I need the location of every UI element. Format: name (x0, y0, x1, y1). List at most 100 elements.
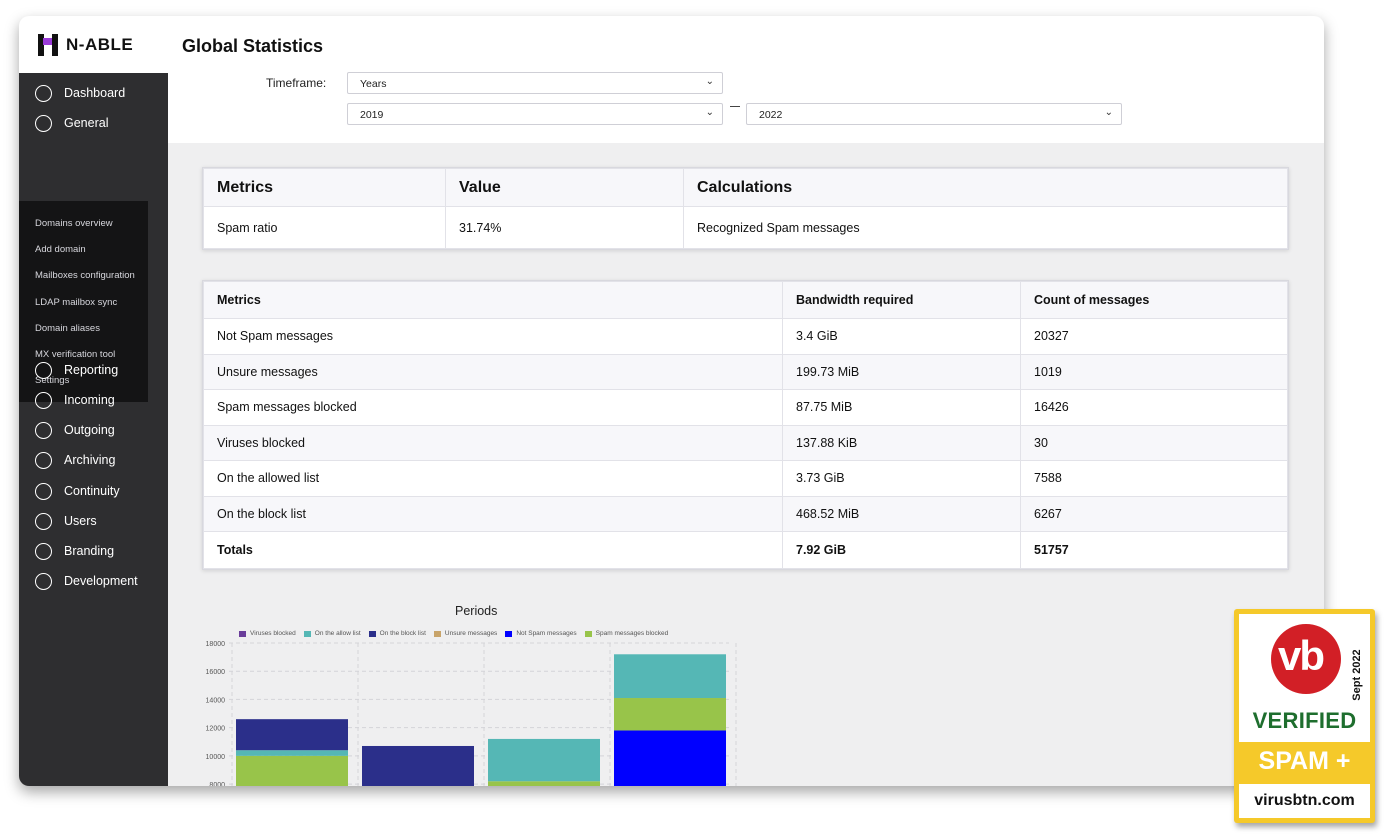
table-cell: Not Spam messages (203, 318, 783, 355)
metrics-panel: Metrics Bandwidth required Count of mess… (202, 280, 1289, 570)
submenu-item-ldap-mailbox-sync[interactable]: LDAP mailbox sync (35, 297, 117, 308)
bar-segment (614, 730, 726, 786)
table-cell: On the allowed list (203, 460, 783, 497)
bar-segment (614, 654, 726, 699)
sidebar-item-label: Incoming (64, 393, 115, 407)
sidebar-item-general[interactable]: General (19, 108, 168, 138)
page-header: Global Statistics Timeframe: Years ⌄ 201… (168, 16, 1324, 143)
n-able-logo-icon (38, 34, 60, 56)
timeframe-select[interactable]: Years ⌄ (347, 72, 723, 94)
y-tick-label: 14000 (206, 697, 226, 704)
bar-segment (236, 755, 348, 786)
badge-status: VERIFIED (1252, 708, 1357, 733)
submenu-item-domain-aliases[interactable]: Domain aliases (35, 323, 100, 334)
table-cell: 3.73 GiB (782, 460, 1021, 497)
sidebar-item-continuity[interactable]: Continuity (19, 476, 168, 506)
y-tick-label: 10000 (206, 754, 226, 761)
periods-chart: 8000 10000 12000 14000 16000 18000 (206, 641, 737, 786)
chart-title: Periods (455, 604, 498, 618)
table-cell: Viruses blocked (203, 424, 783, 461)
table-cell: 6267 (1020, 495, 1288, 532)
table-row: Unsure messages 199.73 MiB 1019 (203, 353, 1288, 390)
badge-category: SPAM + (1258, 747, 1351, 775)
sidebar-item-label: Users (64, 514, 97, 528)
sidebar-item-reporting[interactable]: Reporting (19, 355, 168, 385)
badge-site-box: virusbtn.com (1239, 784, 1370, 818)
circle-icon (35, 542, 52, 560)
circle-icon (35, 114, 52, 132)
from-year-select[interactable]: 2019 ⌄ (347, 103, 723, 125)
circle-icon (35, 512, 52, 530)
circle-icon (35, 361, 52, 379)
column-header: Count of messages (1020, 281, 1288, 319)
sidebar-item-development[interactable]: Development (19, 566, 168, 596)
sidebar-item-incoming[interactable]: Incoming (19, 385, 168, 415)
table-cell: 1019 (1020, 353, 1288, 390)
submenu-item-add-domain[interactable]: Add domain (35, 244, 86, 255)
sidebar-item-branding[interactable]: Branding (19, 536, 168, 566)
bar-segment (488, 738, 600, 782)
circle-icon (35, 421, 52, 439)
table-cell: 137.88 KiB (782, 424, 1021, 461)
sidebar-item-label: Continuity (64, 484, 120, 498)
sidebar-item-outgoing[interactable]: Outgoing (19, 415, 168, 445)
table-cell: On the block list (203, 495, 783, 532)
column-header: Bandwidth required (782, 281, 1021, 319)
sidebar-item-dashboard[interactable]: Dashboard (19, 78, 168, 108)
circle-icon (35, 84, 52, 102)
bar-segment (362, 745, 474, 786)
sidebar-item-label: Reporting (64, 363, 119, 377)
table-cell: 3.4 GiB (782, 318, 1021, 355)
circle-icon (35, 482, 52, 500)
table-row: Viruses blocked 137.88 KiB 30 (203, 424, 1288, 461)
table-cell: Spam messages blocked (203, 389, 783, 426)
sidebar-item-label: Branding (64, 544, 115, 558)
table-row: On the block list 468.52 MiB 6267 (203, 495, 1288, 532)
vb-logo-text: vb (1278, 632, 1325, 679)
badge-site: virusbtn.com (1254, 792, 1355, 809)
sidebar-item-label: Archiving (64, 453, 116, 467)
bar-segment (236, 719, 348, 751)
chevron-down-icon: ⌄ (705, 76, 714, 87)
table-cell: 199.73 MiB (782, 353, 1021, 390)
chevron-down-icon: ⌄ (1104, 107, 1113, 118)
table-row: Not Spam messages 3.4 GiB 20327 (203, 318, 1288, 355)
range-separator (730, 106, 740, 107)
table-cell: 31.74% (445, 206, 684, 249)
sidebar-item-label: Outgoing (64, 423, 115, 437)
table-cell: Unsure messages (203, 353, 783, 390)
table-cell: 468.52 MiB (782, 495, 1021, 532)
sidebar-item-label: Development (64, 574, 138, 588)
sidebar-item-label: Dashboard (64, 86, 126, 100)
badge-upper-panel: vb Sept 2022 VERIFIED (1239, 614, 1370, 742)
column-header: Calculations (683, 168, 1288, 207)
circle-icon (35, 391, 52, 409)
circle-icon (35, 572, 52, 590)
app-window: N-ABLE Dashboard General Domains overvie… (19, 16, 1324, 786)
table-cell: 20327 (1020, 318, 1288, 355)
table-row: On the allowed list 3.73 GiB 7588 (203, 460, 1288, 497)
y-tick-label: 12000 (206, 726, 226, 733)
badge-date: Sept 2022 (1351, 649, 1363, 701)
totals-row: Totals 7.92 GiB 51757 (203, 531, 1288, 569)
to-year-select[interactable]: 2022 ⌄ (746, 103, 1122, 125)
table-header-row: Metrics Value Calculations (203, 168, 1288, 207)
submenu-item-mailboxes-configuration[interactable]: Mailboxes configuration (35, 270, 135, 281)
table-cell: 16426 (1020, 389, 1288, 426)
brand-logo[interactable]: N-ABLE (38, 34, 133, 56)
brand-name: N-ABLE (66, 35, 134, 54)
sidebar-item-users[interactable]: Users (19, 506, 168, 536)
table-header-row: Metrics Bandwidth required Count of mess… (203, 281, 1288, 319)
metrics-table: Metrics Bandwidth required Count of mess… (203, 281, 1288, 569)
table-cell: 51757 (1020, 531, 1288, 569)
chevron-down-icon: ⌄ (705, 107, 714, 118)
sidebar-item-archiving[interactable]: Archiving (19, 445, 168, 475)
submenu-item-domains-overview[interactable]: Domains overview (35, 218, 113, 229)
y-tick-label: 18000 (206, 641, 226, 648)
table-cell: 30 (1020, 424, 1288, 461)
sidebar-item-label: General (64, 116, 109, 130)
table-cell: 87.75 MiB (782, 389, 1021, 426)
y-tick-label: 8000 (209, 782, 225, 786)
timeframe-label: Timeframe: (266, 76, 327, 90)
bar-segment (614, 698, 726, 731)
